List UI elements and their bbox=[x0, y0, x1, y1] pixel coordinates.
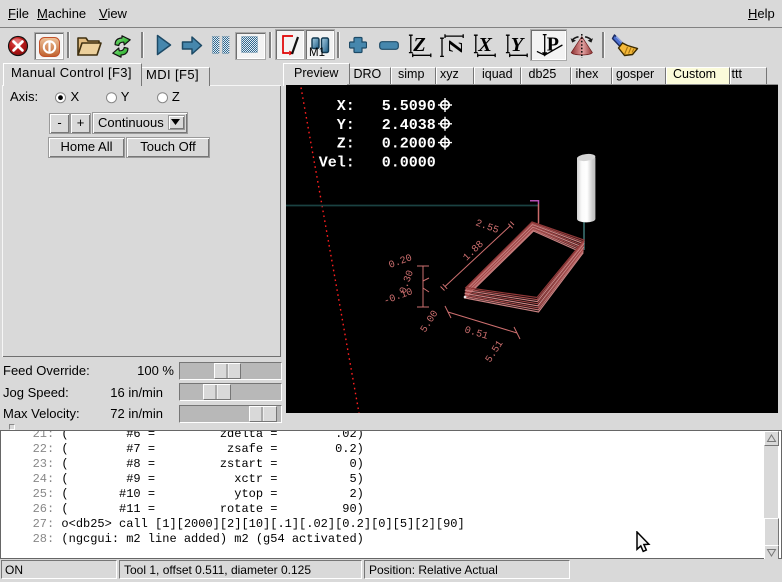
svg-text:5.51: 5.51 bbox=[484, 339, 506, 365]
svg-text:X: 5.5090: X: 5.5090 bbox=[319, 98, 436, 115]
svg-text:M1: M1 bbox=[309, 47, 325, 58]
svg-text:Y: 2.4038: Y: 2.4038 bbox=[319, 117, 436, 134]
svg-text:Z: Z bbox=[444, 40, 465, 54]
svg-text:5.00: 5.00 bbox=[419, 309, 441, 335]
svg-text:0.20: 0.20 bbox=[388, 253, 414, 272]
svg-text:P: P bbox=[547, 34, 559, 56]
svg-text:Z: 0.2000: Z: 0.2000 bbox=[319, 136, 436, 153]
svg-text:Z: Z bbox=[412, 34, 426, 56]
svg-text:0.51: 0.51 bbox=[463, 325, 489, 343]
svg-text:2.55: 2.55 bbox=[474, 218, 500, 237]
svg-text:Vel: 0.0000: Vel: 0.0000 bbox=[319, 154, 436, 171]
svg-text:X: X bbox=[477, 34, 493, 56]
svg-text:Y: Y bbox=[511, 34, 526, 56]
